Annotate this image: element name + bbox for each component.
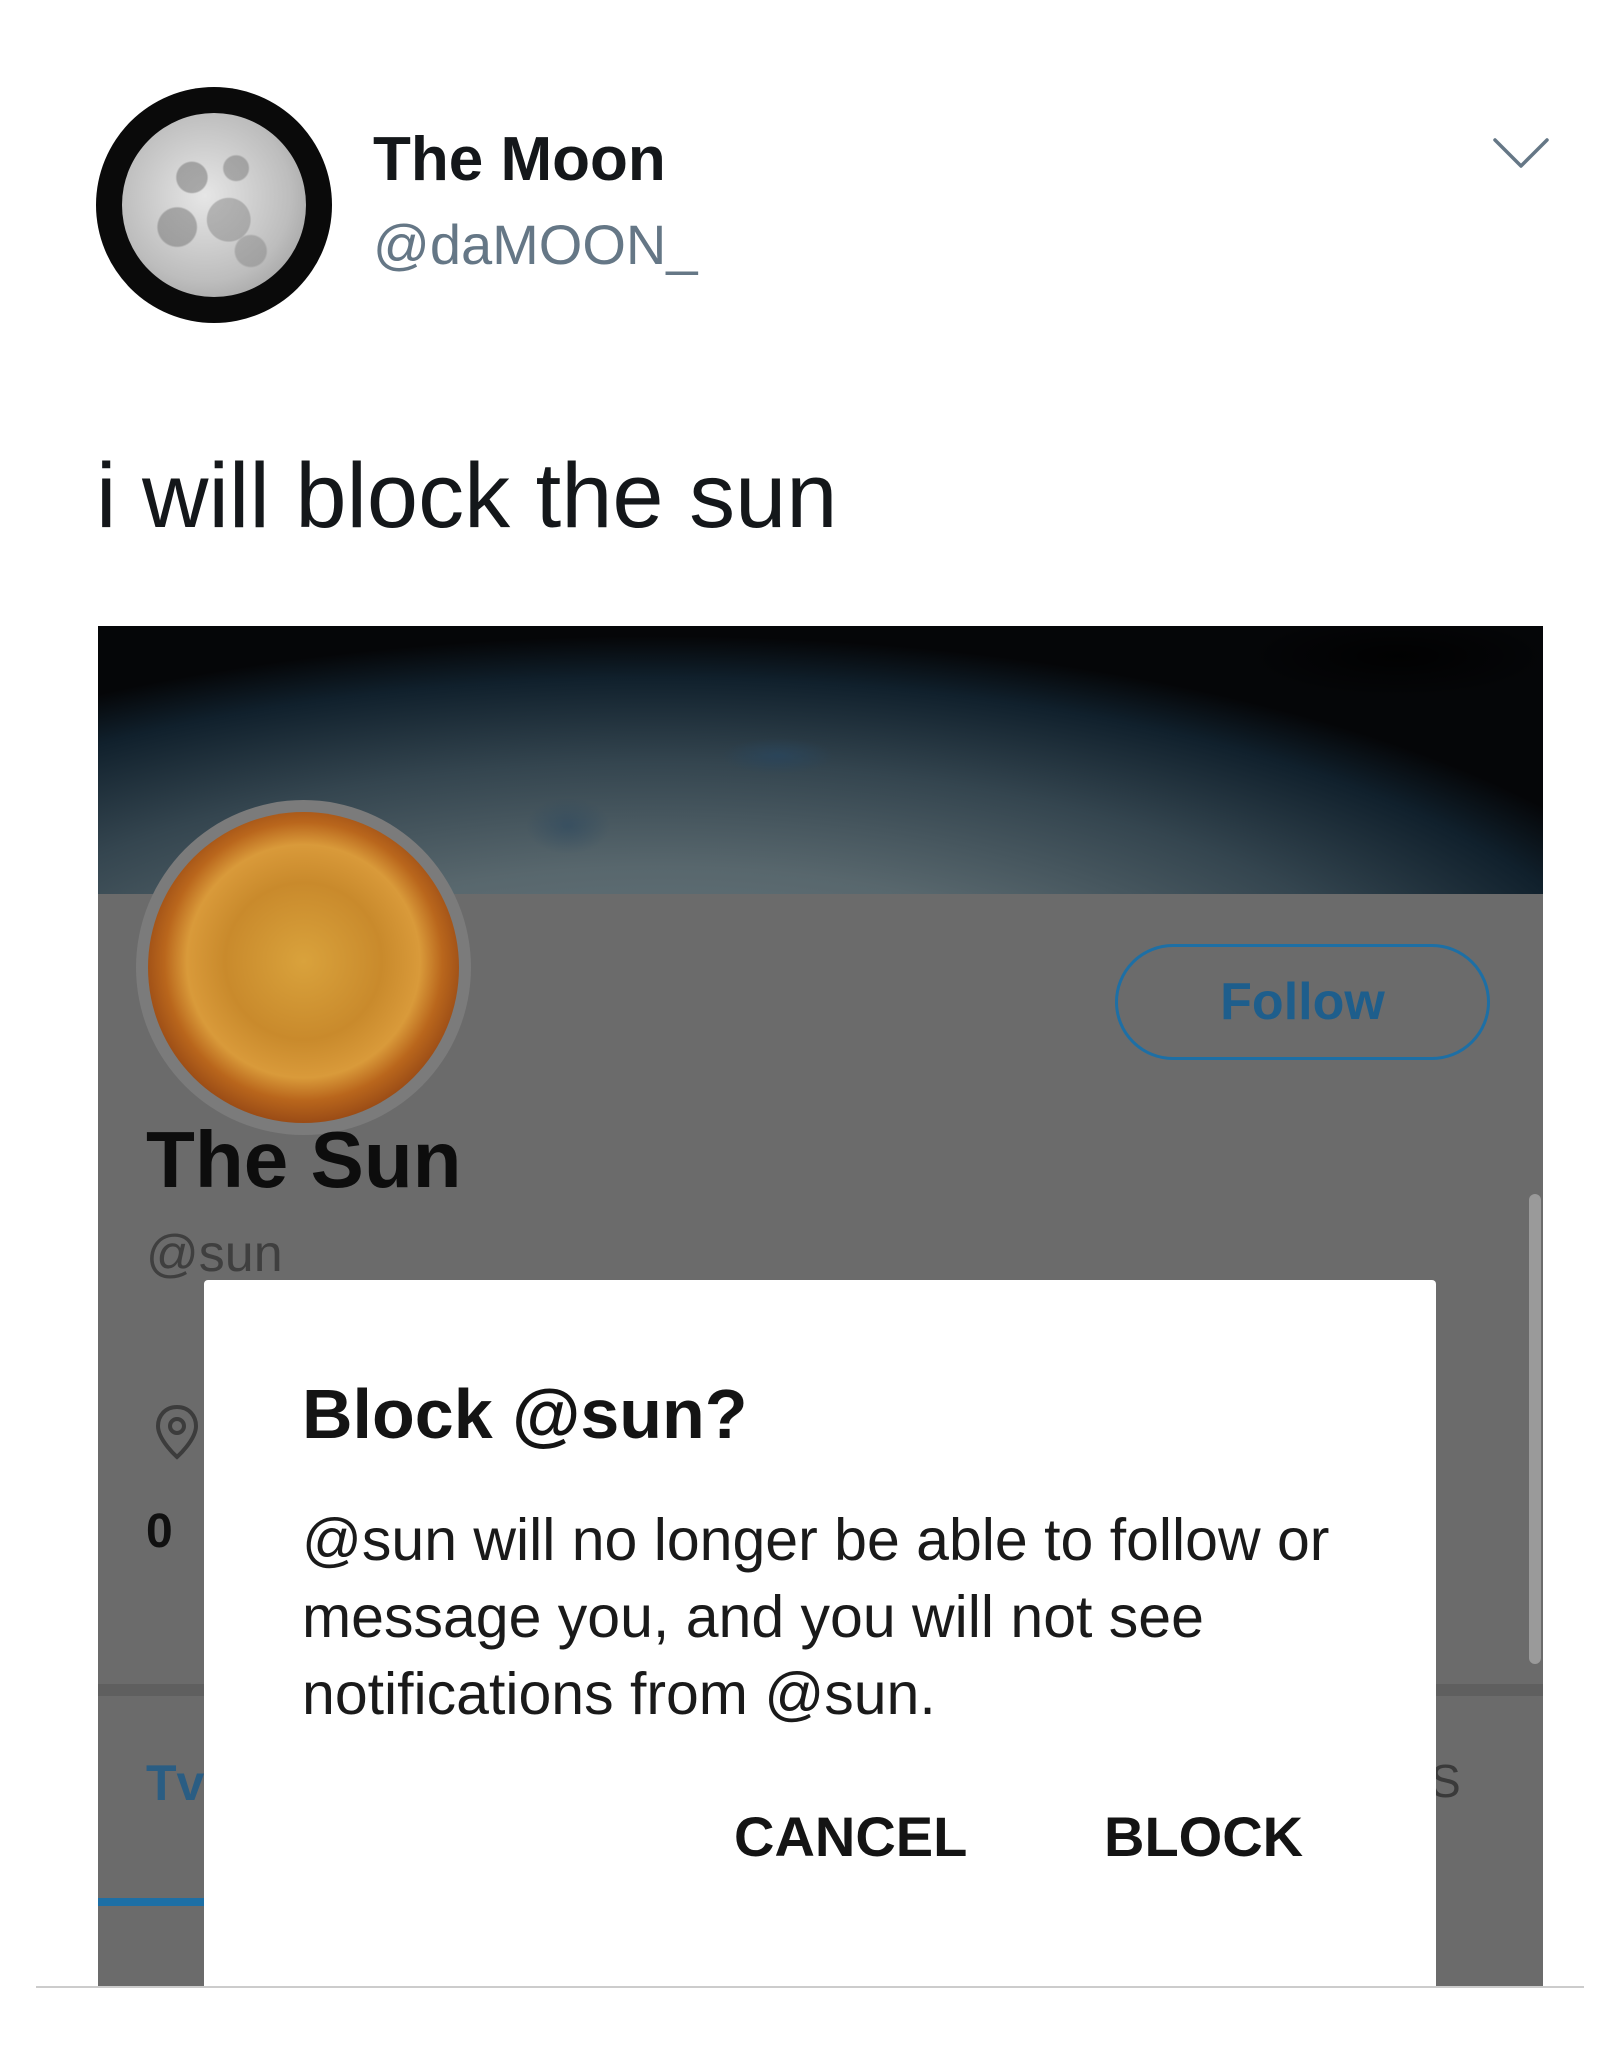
dialog-title: Block @sun? bbox=[302, 1375, 748, 1453]
tweet-author-name[interactable]: The Moon bbox=[373, 124, 666, 195]
dialog-message: @sun will no longer be able to follow or… bbox=[302, 1507, 1330, 1727]
follow-button[interactable]: Follow bbox=[1115, 944, 1490, 1060]
tab-tweets[interactable]: Tv bbox=[146, 1754, 204, 1812]
scrollbar[interactable] bbox=[1529, 1194, 1541, 1664]
profile-name: The Sun bbox=[146, 1115, 462, 1204]
block-button[interactable]: BLOCK bbox=[1104, 1804, 1303, 1869]
profile-avatar bbox=[136, 800, 471, 1135]
location-pin-icon bbox=[155, 1404, 199, 1460]
chevron-down-icon[interactable] bbox=[1492, 134, 1550, 174]
sun-image bbox=[148, 812, 459, 1123]
tweet-text: i will block the sun bbox=[96, 445, 838, 547]
bottom-divider bbox=[36, 1986, 1584, 1988]
tab-active-indicator bbox=[98, 1898, 208, 1906]
stat-count: 0 bbox=[146, 1505, 173, 1558]
tweet-author-handle[interactable]: @daMOON_ bbox=[373, 212, 698, 277]
cancel-button[interactable]: CANCEL bbox=[734, 1804, 967, 1869]
embedded-screenshot: Follow The Sun @sun 0 Tv S Block @sun? @… bbox=[98, 626, 1543, 1986]
block-dialog: Block @sun? @sun will no longer be able … bbox=[204, 1280, 1436, 1986]
profile-handle: @sun bbox=[146, 1225, 283, 1283]
moon-image bbox=[122, 113, 306, 297]
tweet-author-avatar[interactable] bbox=[96, 87, 332, 323]
